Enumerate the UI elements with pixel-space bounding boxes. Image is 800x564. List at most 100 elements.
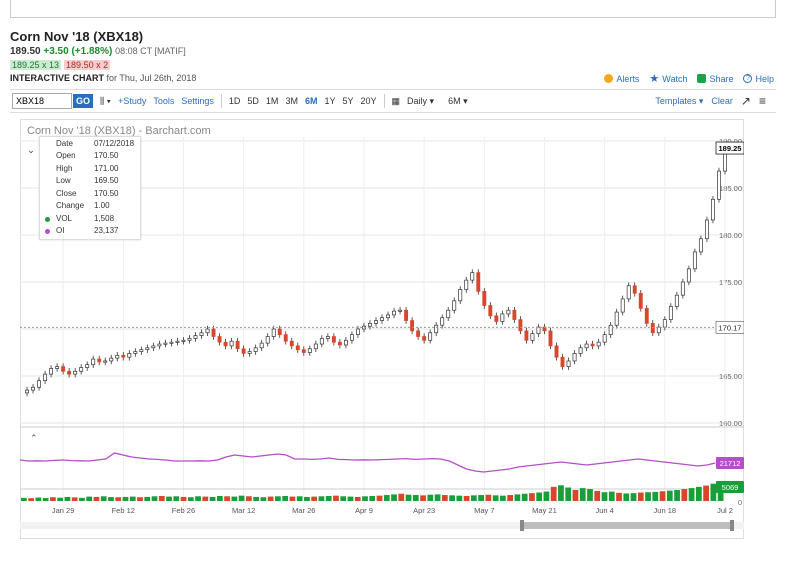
candle-body <box>247 351 252 354</box>
candle-body <box>434 324 439 334</box>
candle-body <box>632 285 637 294</box>
volume-bar <box>180 496 187 501</box>
alerts-link[interactable]: Alerts <box>604 74 639 84</box>
last-price-label: 189.25 <box>719 144 742 153</box>
candle-body <box>277 328 282 335</box>
share-link[interactable]: Share <box>697 74 733 84</box>
volume-bar <box>630 493 637 501</box>
settings-button[interactable]: Settings <box>181 96 214 106</box>
candle-body <box>380 317 384 321</box>
volume-bar <box>231 496 238 501</box>
candle-body <box>217 336 222 343</box>
volume-bar <box>318 496 325 501</box>
candle-body <box>163 342 168 345</box>
candle-body <box>524 330 529 341</box>
volume-bar <box>35 497 42 501</box>
candle-body <box>386 314 390 319</box>
range-6m[interactable]: 6M <box>305 96 318 106</box>
volume-bar <box>478 495 484 501</box>
candle-body <box>97 358 102 363</box>
candle-body <box>422 336 427 341</box>
help-link[interactable]: ? Help <box>743 74 774 84</box>
tooltip-row: Open 170.50 <box>40 150 140 163</box>
volume-bar <box>166 496 172 501</box>
collapse-chevron-icon[interactable]: ⌄ <box>24 143 38 157</box>
candle-body <box>440 317 445 326</box>
tooltip-value: 1,508 <box>94 213 115 223</box>
star-icon: ★ <box>649 73 660 85</box>
page-title: Corn Nov '18 (XBX18) <box>10 29 144 44</box>
interactive-chart-label: INTERACTIVE CHART <box>10 73 104 83</box>
candle-body <box>145 347 150 351</box>
go-button[interactable]: GO <box>73 94 94 108</box>
volume-bar <box>79 497 85 501</box>
range-1y[interactable]: 1Y <box>324 96 335 106</box>
candle-body <box>470 272 475 281</box>
candle-body <box>368 323 372 327</box>
candle-body <box>674 294 679 307</box>
candle-body <box>410 320 415 332</box>
volume-bar <box>21 497 27 501</box>
candle-body <box>187 338 192 341</box>
candle-body <box>578 347 583 354</box>
candle-body <box>686 268 691 283</box>
volume-bar <box>492 495 499 501</box>
range-3m[interactable]: 3M <box>285 96 298 106</box>
volume-bar <box>637 492 644 501</box>
calendar-icon[interactable]: ▦ <box>392 96 401 107</box>
candle-body <box>662 319 667 328</box>
range-5y[interactable]: 5Y <box>342 96 353 106</box>
period-select[interactable]: 6M ▾ <box>448 96 468 107</box>
study-button[interactable]: +Study <box>118 96 146 106</box>
volume-bar <box>601 492 608 501</box>
candle-body <box>446 309 451 319</box>
candle-body <box>668 306 673 320</box>
range-1m[interactable]: 1M <box>266 96 279 106</box>
alerts-label: Alerts <box>616 73 640 84</box>
candle-body <box>566 360 571 367</box>
range-5d[interactable]: 5D <box>247 96 259 106</box>
volume-bar <box>42 498 49 501</box>
draw-icon[interactable]: ↗ <box>741 94 751 108</box>
bid-ask: 189.25 x 13 189.50 x 2 <box>10 60 111 70</box>
volume-bar <box>93 496 100 501</box>
interval-select[interactable]: Daily ▾ <box>407 96 434 107</box>
candle-body <box>319 338 324 345</box>
volume-bar <box>594 490 601 501</box>
watch-link[interactable]: ★ Watch <box>649 72 687 85</box>
templates-button[interactable]: Templates ▾ <box>655 96 703 107</box>
clear-button[interactable]: Clear <box>711 96 733 106</box>
menu-icon[interactable]: ≡ <box>759 94 766 108</box>
chart-heading: INTERACTIVE CHART for Thu, Jul 26th, 201… <box>10 73 196 83</box>
legend-dot-icon <box>45 216 50 222</box>
volume-bar <box>187 497 194 501</box>
volume-bar <box>521 493 528 501</box>
interval-value: Daily <box>407 95 428 106</box>
volume-bar <box>195 496 201 501</box>
volume-bar <box>441 495 448 501</box>
range-1d[interactable]: 1D <box>229 96 241 106</box>
volume-bar <box>173 496 180 501</box>
volume-bar <box>543 491 550 501</box>
candle-body <box>626 285 631 300</box>
candle-body <box>49 368 54 375</box>
symbol-input[interactable] <box>12 93 72 109</box>
candle-body <box>25 389 29 394</box>
candle-body <box>476 272 481 292</box>
volume-bar <box>391 494 397 501</box>
divider <box>220 94 222 108</box>
tools-button[interactable]: Tools <box>153 96 174 106</box>
volume-bar <box>579 488 586 501</box>
volume-bar <box>666 490 673 501</box>
candle-body <box>680 281 685 296</box>
scroller-handle-left <box>520 520 524 531</box>
quote-time: 08:08 CT [MATIF] <box>115 46 186 56</box>
candle-body <box>301 349 306 353</box>
volume-bar <box>536 492 543 501</box>
chart-type-selector[interactable]: ⫼ ▾ <box>100 96 111 107</box>
range-20y[interactable]: 20Y <box>361 96 377 106</box>
candle-body <box>139 349 144 352</box>
price-tick-label: 175.00 <box>719 278 742 287</box>
volume-bar <box>224 496 230 501</box>
candle-body <box>235 340 240 350</box>
